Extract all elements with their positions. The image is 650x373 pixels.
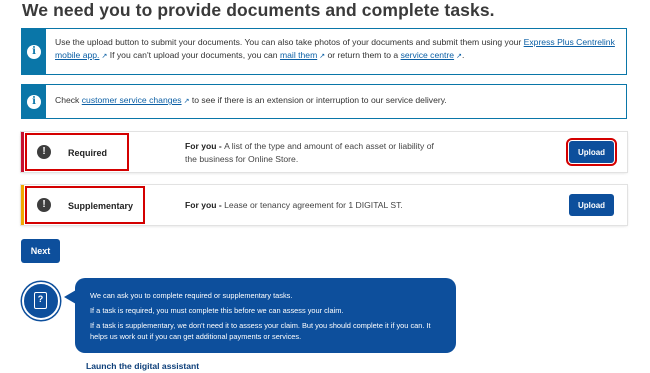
upload-button[interactable]: Upload xyxy=(566,138,617,166)
task-edge xyxy=(21,132,24,172)
info-icon: i xyxy=(27,44,41,59)
task-description: For you - A list of the type and amount … xyxy=(185,140,435,166)
info-text-part: to see if there is an extension or inter… xyxy=(189,95,447,105)
link-customer-service-changes[interactable]: customer service changes xyxy=(82,95,182,105)
task-label: Supplementary xyxy=(68,201,134,211)
task-highlight: ! Supplementary xyxy=(25,186,145,224)
info-text-part: . xyxy=(461,50,465,60)
task-row-supplementary: ! Supplementary For you - Lease or tenan… xyxy=(21,185,627,225)
assistant-avatar[interactable]: ? xyxy=(22,282,60,320)
info-strip: i xyxy=(22,29,46,74)
info-text-part: Use the upload button to submit your doc… xyxy=(55,37,524,47)
for-you-label: For you - xyxy=(185,200,225,210)
info-text-part: or return them to a xyxy=(325,50,401,60)
info-box-service-changes: i Check customer service changes ↗ to see… xyxy=(21,84,627,119)
task-row-required: ! Required For you - A list of the type … xyxy=(21,132,627,172)
info-text-service-changes: Check customer service changes ↗ to see i… xyxy=(55,94,616,108)
info-box-upload: i Use the upload button to submit your d… xyxy=(21,28,627,75)
assistant-message: If a task is supplementary, we don't nee… xyxy=(90,321,431,341)
link-service-centre[interactable]: service centre xyxy=(401,50,455,60)
document-icon: ? xyxy=(34,292,47,309)
task-edge xyxy=(21,185,24,225)
assistant-message: We can ask you to complete required or s… xyxy=(90,291,293,300)
info-strip: i xyxy=(22,85,46,118)
for-you-label: For you - xyxy=(185,141,225,151)
alert-icon: ! xyxy=(37,198,51,212)
launch-assistant-link[interactable]: Launch the digital assistant xyxy=(86,361,199,371)
task-highlight: ! Required xyxy=(25,133,129,171)
upload-button[interactable]: Upload xyxy=(569,194,614,216)
info-icon: i xyxy=(27,94,41,109)
info-text-upload: Use the upload button to submit your doc… xyxy=(55,36,616,63)
task-label: Required xyxy=(68,148,108,158)
task-description: For you - Lease or tenancy agreement for… xyxy=(185,199,485,212)
assistant-message: If a task is required, you must complete… xyxy=(90,306,344,315)
page-title: We need you to provide documents and com… xyxy=(22,0,495,20)
assistant-bubble: We can ask you to complete required or s… xyxy=(75,278,456,353)
alert-icon: ! xyxy=(37,145,51,159)
info-text-part: If you can't upload your documents, you … xyxy=(107,50,280,60)
next-button[interactable]: Next xyxy=(21,239,60,263)
info-text-part: Check xyxy=(55,95,82,105)
link-mail-them[interactable]: mail them xyxy=(280,50,317,60)
task-description-text: Lease or tenancy agreement for 1 DIGITAL… xyxy=(224,200,403,210)
